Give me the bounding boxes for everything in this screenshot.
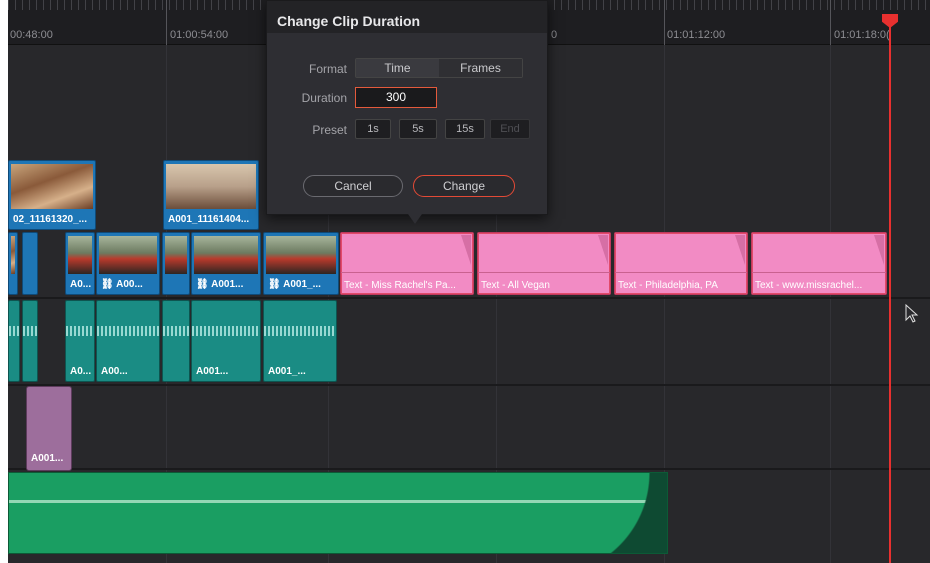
preset-end-button: End — [490, 119, 530, 139]
grid-line — [830, 45, 831, 563]
clip-divider — [752, 272, 886, 273]
clip-label: A001_11161404... — [168, 214, 250, 225]
video-clip[interactable]: A001_11161404... — [163, 160, 259, 230]
audio-waveform — [23, 326, 37, 336]
audio-waveform — [66, 326, 94, 336]
duration-input[interactable]: 300 — [355, 87, 437, 108]
duration-label: Duration — [301, 91, 347, 105]
clip-label: A001... — [196, 366, 229, 377]
track-separator — [8, 468, 930, 470]
ruler-timecode: 01:01:18:0( — [834, 29, 890, 41]
video-clip[interactable] — [162, 232, 190, 295]
audio-waveform — [9, 326, 19, 336]
playhead-line[interactable] — [889, 14, 891, 563]
preset-15s-button[interactable]: 15s — [445, 119, 485, 139]
audio-clip[interactable] — [22, 300, 38, 382]
clip-divider — [341, 272, 473, 273]
clip-label-text: A001... — [211, 279, 244, 290]
format-label: Format — [308, 62, 347, 76]
audio-clip[interactable]: A001_... — [263, 300, 337, 382]
timeline-panel[interactable]: 00:48:00 01:00:54:00 0 01:01:12:00 01:01… — [8, 0, 930, 563]
clip-label: Text - All Vegan — [481, 280, 550, 291]
clip-thumbnail — [11, 164, 93, 209]
video-clip[interactable]: 02_11161320_... — [8, 160, 96, 230]
clip-thumbnail — [99, 236, 157, 274]
change-button[interactable]: Change — [413, 175, 515, 197]
audio-waveform — [97, 326, 159, 336]
format-toggle[interactable]: Time Frames — [355, 58, 523, 78]
cancel-button[interactable]: Cancel — [303, 175, 403, 197]
dialog-titlebar[interactable]: Change Clip Duration — [267, 1, 547, 33]
video-clip[interactable]: ⛓ A00... — [96, 232, 160, 295]
video-clip[interactable]: ⛓ A001_... — [263, 232, 339, 295]
title-clip[interactable]: Text - Miss Rachel's Pa... — [340, 232, 474, 295]
change-clip-duration-dialog: Change Clip Duration Format Time Frames … — [266, 0, 548, 215]
clip-thumbnail — [68, 236, 92, 274]
video-clip[interactable] — [22, 232, 38, 295]
ruler-timecode: 00:48:00 — [10, 29, 53, 41]
audio-waveform — [163, 326, 189, 336]
clip-label-text: A001_... — [283, 279, 321, 290]
clip-label: ⛓ A001_... — [268, 279, 321, 290]
ruler-timecode: 0 — [551, 29, 558, 41]
clip-corner — [461, 235, 471, 265]
clip-label: A0... — [70, 366, 92, 377]
title-clip[interactable]: Text - Philadelphia, PA — [614, 232, 748, 295]
audio-clip[interactable]: A00... — [96, 300, 160, 382]
clip-label: Text - Philadelphia, PA — [618, 280, 718, 291]
clip-label: ⛓ A001... — [196, 279, 243, 290]
audio-clip[interactable]: A001... — [191, 300, 261, 382]
preset-label: Preset — [312, 123, 347, 137]
clip-label: A001_... — [268, 366, 306, 377]
clip-corner — [735, 235, 745, 265]
clip-label-text: A00... — [116, 279, 143, 290]
link-icon: ⛓ — [101, 279, 117, 290]
clip-divider — [615, 272, 747, 273]
video-clip[interactable]: ⛓ A001... — [191, 232, 261, 295]
audio-clip[interactable] — [8, 300, 20, 382]
audio-clip-magenta[interactable]: A001... — [26, 386, 72, 471]
audio-clip[interactable] — [162, 300, 190, 382]
preset-1s-button[interactable]: 1s — [355, 119, 391, 139]
clip-label: ⛓ A00... — [101, 279, 143, 290]
clip-label: A00... — [101, 366, 128, 377]
fade-out-curve[interactable] — [547, 473, 667, 553]
clip-thumbnail — [11, 236, 15, 274]
clip-thumbnail — [165, 236, 187, 274]
video-clip[interactable]: A0... — [65, 232, 95, 295]
format-frames-option[interactable]: Frames — [439, 59, 522, 77]
ruler-timecode: 01:00:54:00 — [170, 29, 229, 41]
clip-label: Text - www.missrachel... — [755, 280, 863, 291]
clip-thumbnail — [266, 236, 336, 274]
title-clip[interactable]: Text - www.missrachel... — [751, 232, 887, 295]
dialog-pointer — [408, 214, 422, 224]
clip-label: Text - Miss Rachel's Pa... — [344, 280, 456, 291]
track-separator — [8, 297, 930, 299]
clip-label: 02_11161320_... — [13, 214, 87, 225]
mouse-pointer-icon — [905, 304, 919, 323]
music-clip[interactable] — [8, 472, 668, 554]
preset-5s-button[interactable]: 5s — [399, 119, 437, 139]
ruler-timecode: 01:01:12:00 — [667, 29, 726, 41]
ruler-major-tick — [664, 0, 665, 45]
dialog-title: Change Clip Duration — [277, 13, 421, 29]
clip-label: A001... — [31, 453, 64, 464]
format-time-option[interactable]: Time — [356, 59, 439, 77]
link-icon: ⛓ — [268, 279, 284, 290]
ruler-major-tick — [830, 0, 831, 45]
clip-thumbnail — [194, 236, 258, 274]
video-clip[interactable] — [8, 232, 18, 295]
ruler-major-tick — [166, 0, 167, 45]
audio-waveform — [264, 326, 336, 336]
clip-label: A0... — [70, 279, 92, 290]
audio-waveform — [192, 326, 260, 336]
link-icon: ⛓ — [196, 279, 212, 290]
clip-corner — [598, 235, 608, 265]
track-separator — [8, 384, 930, 386]
clip-corner — [874, 235, 884, 265]
clip-divider — [478, 272, 610, 273]
clip-thumbnail — [166, 164, 256, 209]
title-clip[interactable]: Text - All Vegan — [477, 232, 611, 295]
audio-clip[interactable]: A0... — [65, 300, 95, 382]
